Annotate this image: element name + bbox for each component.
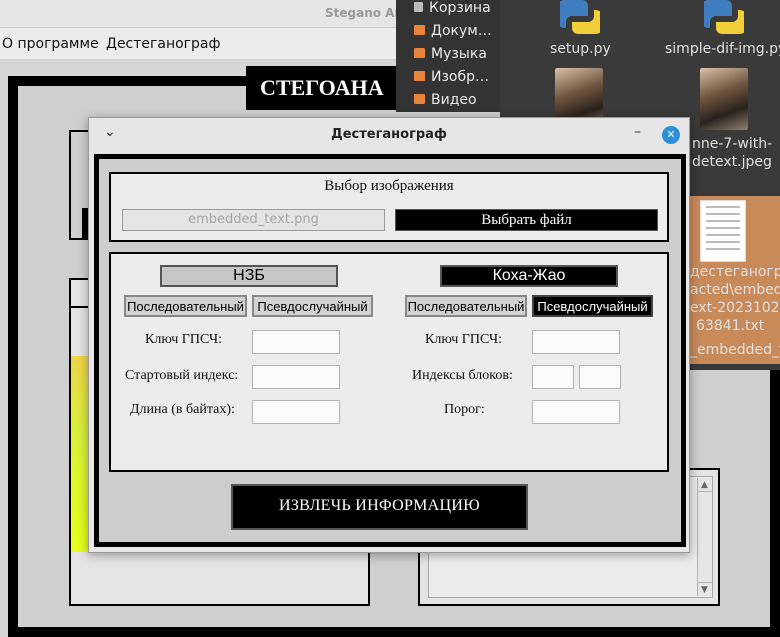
pictures-folder-icon — [414, 71, 425, 81]
image-selection-title: Выбор изображения — [324, 178, 454, 194]
file-image-label-line1[interactable]: nne-7-with- — [692, 136, 772, 152]
lsb-start-index-label: Стартовый индекс: — [125, 368, 239, 383]
music-folder-icon — [414, 48, 425, 58]
scroll-up-arrow-icon[interactable]: ▲ — [697, 478, 712, 492]
lsb-pseudorandom-button[interactable]: Псевдослучайный — [252, 295, 373, 317]
koch-prng-key-input[interactable] — [532, 330, 620, 354]
lsb-prng-key-label: Ключ ГПСЧ: — [145, 332, 222, 347]
choose-file-button[interactable]: Выбрать файл — [395, 209, 658, 231]
sidebar-item-documents[interactable]: Докум… — [414, 20, 504, 42]
file-txt-label-line3[interactable]: ext-2023102б — [690, 300, 780, 316]
sidebar-item-trash[interactable]: Корзина — [414, 0, 504, 19]
koch-threshold-input[interactable] — [532, 400, 620, 424]
main-window-title: Stegano An — [325, 6, 403, 20]
image-thumbnail[interactable] — [700, 68, 748, 130]
lsb-length-label: Длина (в байтах): — [130, 402, 235, 417]
koch-block-index-1-input[interactable] — [532, 365, 574, 389]
scroll-down-arrow-icon[interactable]: ▼ — [697, 582, 712, 596]
python-file-icon[interactable] — [704, 0, 744, 34]
lsb-method-header[interactable]: НЗБ — [160, 265, 338, 287]
python-file-icon[interactable] — [560, 0, 600, 34]
koch-zhao-method-header[interactable]: Коха-Жао — [440, 265, 618, 287]
menu-desteganograph[interactable]: Дестеганограф — [106, 36, 220, 52]
text-file-icon[interactable] — [700, 200, 746, 262]
file-txt-label-line2[interactable]: acted\embede — [690, 282, 780, 298]
folder-icon — [414, 25, 425, 35]
extract-information-button[interactable]: ИЗВЛЕЧЬ ИНФОРМАЦИЮ — [231, 484, 528, 530]
close-icon[interactable]: ✕ — [662, 126, 680, 144]
image-file-field[interactable]: embedded_text.png — [122, 209, 385, 231]
main-banner: СТЕГОАНА — [246, 66, 416, 110]
file-image-label-line2[interactable]: detext.jpeg — [692, 154, 772, 170]
file-txt-label-line4[interactable]: 63841.txt — [696, 318, 764, 334]
lsb-start-index-input[interactable] — [252, 365, 340, 389]
koch-prng-key-label: Ключ ГПСЧ: — [425, 332, 502, 347]
lsb-prng-key-input[interactable] — [252, 330, 340, 354]
lsb-length-input[interactable] — [252, 400, 340, 424]
lsb-sequential-button[interactable]: Последовательный — [124, 295, 247, 317]
menu-about[interactable]: О программе — [2, 36, 99, 52]
file-simple-dif-label[interactable]: simple-dif-img.py — [665, 41, 780, 57]
koch-threshold-label: Порог: — [444, 402, 485, 417]
textarea-scrollbar[interactable] — [697, 478, 712, 596]
minimize-icon[interactable]: – — [634, 124, 641, 140]
dialog-title: Дестеганограф — [331, 127, 447, 142]
file-txt-label-line1[interactable]: дестеганограф- — [690, 264, 780, 280]
koch-block-index-2-input[interactable] — [579, 365, 621, 389]
koch-block-indices-label: Индексы блоков: — [412, 368, 513, 383]
trash-icon — [414, 2, 423, 12]
video-folder-icon — [414, 94, 425, 104]
sidebar-item-pictures[interactable]: Изобр… — [414, 66, 504, 88]
koch-pseudorandom-button[interactable]: Псевдослучайный — [532, 295, 653, 317]
koch-sequential-button[interactable]: Последовательный — [405, 295, 527, 317]
file-setup-label[interactable]: setup.py — [550, 41, 611, 57]
file-partial-label[interactable]: _embedded_t — [690, 342, 780, 358]
sidebar-item-music[interactable]: Музыка — [414, 43, 504, 65]
sidebar-item-video[interactable]: Видео — [414, 89, 504, 111]
